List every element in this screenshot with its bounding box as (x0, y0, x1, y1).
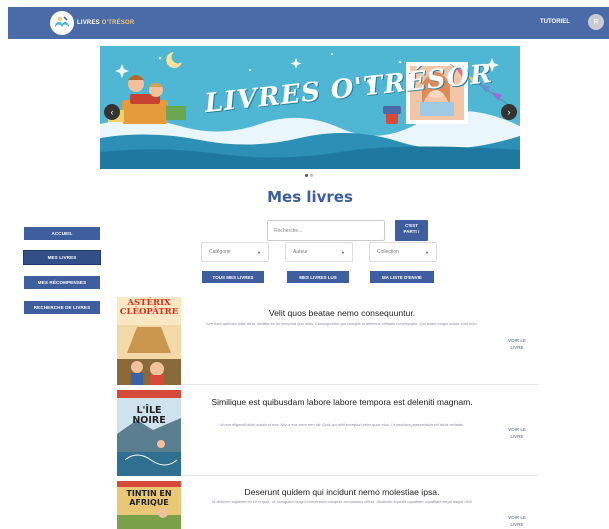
logo-text-accent: O'TRÉSOR (101, 20, 135, 26)
book-title: Velit quos beatae nemo consequuntur. (268, 308, 416, 318)
book-card: L'ÎLE NOIRE Similique est quibusdam labo… (117, 390, 538, 476)
book-cover[interactable]: ASTÉRIX CLÉOPÂTRE (117, 297, 181, 385)
view-book-line2: LIVRE (510, 434, 524, 439)
tab-ma-liste-d-envie[interactable]: MA LISTE D'ENVIE (370, 271, 434, 283)
tab-tous-mes-livres[interactable]: TOUS MES LIVRES (202, 271, 264, 283)
sidebar-item-mes-livres[interactable]: MES LIVRES (23, 250, 101, 265)
filter-collection[interactable]: Collection ▼ (369, 242, 437, 262)
view-book-line1: VOIR LE (508, 338, 526, 343)
app-header: LIVRES O'TRÉSOR TUTORIEL R (8, 7, 609, 39)
tab-mes-livres-lus[interactable]: MES LIVRES LUS (287, 271, 349, 283)
filter-collection-label: Collection (377, 249, 399, 255)
view-book-line1: VOIR LE (508, 427, 526, 432)
filter-auteur-label: Auteur (293, 249, 308, 255)
filter-categorie[interactable]: Catégorie ▼ (201, 242, 269, 262)
page-title: Mes livres (267, 188, 353, 206)
logo-book-icon (50, 11, 74, 35)
filter-categorie-label: Catégorie (209, 249, 231, 255)
filter-auteur[interactable]: Auteur ▼ (285, 242, 353, 262)
carousel-dot-2[interactable] (310, 174, 313, 177)
view-book-line1: VOIR LE (508, 515, 526, 520)
book-description: Ut dolorem sapiente ea sit et quia. Ut n… (211, 499, 473, 504)
tutorial-link[interactable]: TUTORIEL (540, 19, 570, 25)
sidebar-item-mes-recompenses[interactable]: MES RÉCOMPENSES (24, 276, 100, 289)
logo-text-main: LIVRES (77, 20, 100, 26)
book-cover-title: TINTIN EN AFRIQUE (126, 489, 172, 507)
book-cover[interactable]: TINTIN EN AFRIQUE (117, 481, 181, 529)
view-book-line2: LIVRE (510, 522, 524, 527)
sidebar-item-recherche-de-livres[interactable]: RECHERCHE DE LIVRES (24, 301, 100, 314)
book-title: Similique est quibusdam labore labore te… (211, 397, 473, 407)
carousel-next-button[interactable]: › (501, 104, 517, 120)
chevron-down-icon: ▼ (425, 250, 429, 255)
book-title: Deserunt quidem qui incidunt nemo molest… (244, 487, 440, 497)
book-cover-art (117, 390, 181, 476)
carousel-dot-1[interactable] (305, 174, 308, 177)
search-input[interactable] (267, 220, 385, 241)
book-card: ASTÉRIX CLÉOPÂTRE Velit quos beatae nemo… (117, 297, 538, 385)
carousel-prev-button[interactable]: ‹ (104, 104, 120, 120)
book-cover-title: ASTÉRIX CLÉOPÂTRE (119, 298, 179, 317)
logo-text: LIVRES O'TRÉSOR (77, 20, 134, 26)
top-strip (0, 0, 609, 7)
hero-carousel: LIVRES O'TRÉSOR ‹ › (100, 46, 520, 169)
book-description: Id non eligendi dolor soluta et eos. Nis… (220, 422, 464, 427)
book-description: Iure nam aperiam alias dicta. Mollitia e… (206, 321, 478, 326)
book-cover-title: L'ÎLE NOIRE (132, 405, 166, 426)
search-submit-line2: PARTI ! (403, 229, 420, 234)
book-card: TINTIN EN AFRIQUE Deserunt quidem qui in… (117, 481, 538, 529)
view-book-link[interactable]: VOIR LE LIVRE (503, 337, 531, 351)
book-cover[interactable]: L'ÎLE NOIRE (117, 390, 181, 476)
view-book-link[interactable]: VOIR LE LIVRE (503, 514, 531, 528)
search-submit-button[interactable]: C'EST PARTI ! (395, 220, 428, 241)
chevron-down-icon: ▼ (341, 250, 345, 255)
sidebar-item-accueil[interactable]: ACCUEIL (24, 227, 100, 240)
chevron-down-icon: ▼ (257, 250, 261, 255)
user-avatar[interactable]: R (588, 14, 604, 30)
app-logo[interactable]: LIVRES O'TRÉSOR (50, 11, 134, 35)
view-book-link[interactable]: VOIR LE LIVRE (503, 426, 531, 440)
carousel-indicators (305, 174, 313, 177)
view-book-line2: LIVRE (510, 345, 524, 350)
